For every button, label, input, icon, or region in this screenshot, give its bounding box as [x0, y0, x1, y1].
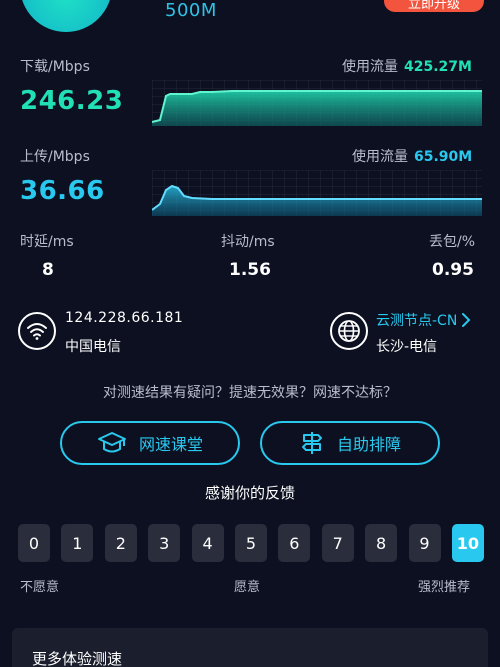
test-node-label: 云测节点-CN [376, 313, 458, 329]
signpost-icon [301, 432, 322, 454]
self-troubleshoot-label: 自助排障 [336, 435, 401, 454]
download-traffic: 使用流量 425.27M [342, 56, 472, 76]
jitter-value: 1.56 [229, 260, 271, 280]
help-question: 对测速结果有疑问？提速无效果？网速不达标？ [103, 385, 397, 401]
ip-address: 124.228.66.181 [65, 310, 184, 326]
upload-chart [152, 170, 482, 216]
rating-7[interactable]: 7 [321, 524, 354, 562]
globe-icon [330, 312, 368, 350]
download-speed-value: 246.23 [20, 86, 124, 116]
scale-mid-label: 愿意 [234, 580, 261, 595]
scale-low-label: 不愿意 [20, 580, 60, 595]
upload-traffic-label: 使用流量 [352, 149, 408, 165]
rating-scale: 0 1 2 3 4 5 6 7 8 9 10 [18, 524, 484, 562]
isp-name: 中国电信 [65, 339, 121, 355]
download-chart [152, 80, 482, 126]
graduation-cap-icon [97, 432, 126, 453]
test-node-location: 长沙-电信 [376, 339, 438, 355]
self-troubleshoot-button[interactable]: 自助排障 [260, 421, 440, 465]
test-node-link[interactable]: 云测节点-CN [376, 310, 471, 330]
download-traffic-label: 使用流量 [342, 59, 398, 75]
speed-course-button[interactable]: 网速课堂 [60, 421, 240, 465]
rating-6[interactable]: 6 [278, 524, 311, 562]
rating-4[interactable]: 4 [191, 524, 224, 562]
rating-3[interactable]: 3 [148, 524, 181, 562]
rating-0[interactable]: 0 [18, 524, 50, 562]
scale-high-label: 强烈推荐 [418, 580, 471, 595]
chevron-right-icon [462, 313, 471, 327]
upload-speed-value: 36.66 [20, 176, 105, 206]
speed-gauge [20, 0, 112, 32]
loss-label: 丢包/% [429, 234, 476, 250]
rating-1[interactable]: 1 [61, 524, 94, 562]
jitter-label: 抖动/ms [221, 234, 275, 250]
download-traffic-value: 425.27M [404, 59, 472, 75]
loss-value: 0.95 [432, 260, 474, 280]
upload-traffic-value: 65.90M [414, 149, 473, 165]
bandwidth-label: 500M [165, 0, 217, 21]
rating-2[interactable]: 2 [104, 524, 137, 562]
rating-10[interactable]: 10 [451, 524, 484, 562]
latency-value: 8 [42, 260, 54, 280]
wifi-icon [18, 312, 56, 350]
upload-traffic: 使用流量 65.90M [352, 146, 472, 166]
latency-label: 时延/ms [20, 234, 74, 250]
upgrade-button[interactable]: 立即升级 [384, 0, 484, 12]
rating-9[interactable]: 9 [408, 524, 441, 562]
feedback-title: 感谢你的反馈 [204, 484, 295, 502]
speed-course-label: 网速课堂 [138, 435, 203, 454]
download-label: 下载/Mbps [20, 59, 90, 75]
rating-5[interactable]: 5 [234, 524, 267, 562]
more-tests-title: 更多体验测速 [32, 650, 123, 667]
upload-label: 上传/Mbps [20, 149, 90, 165]
rating-8[interactable]: 8 [365, 524, 398, 562]
